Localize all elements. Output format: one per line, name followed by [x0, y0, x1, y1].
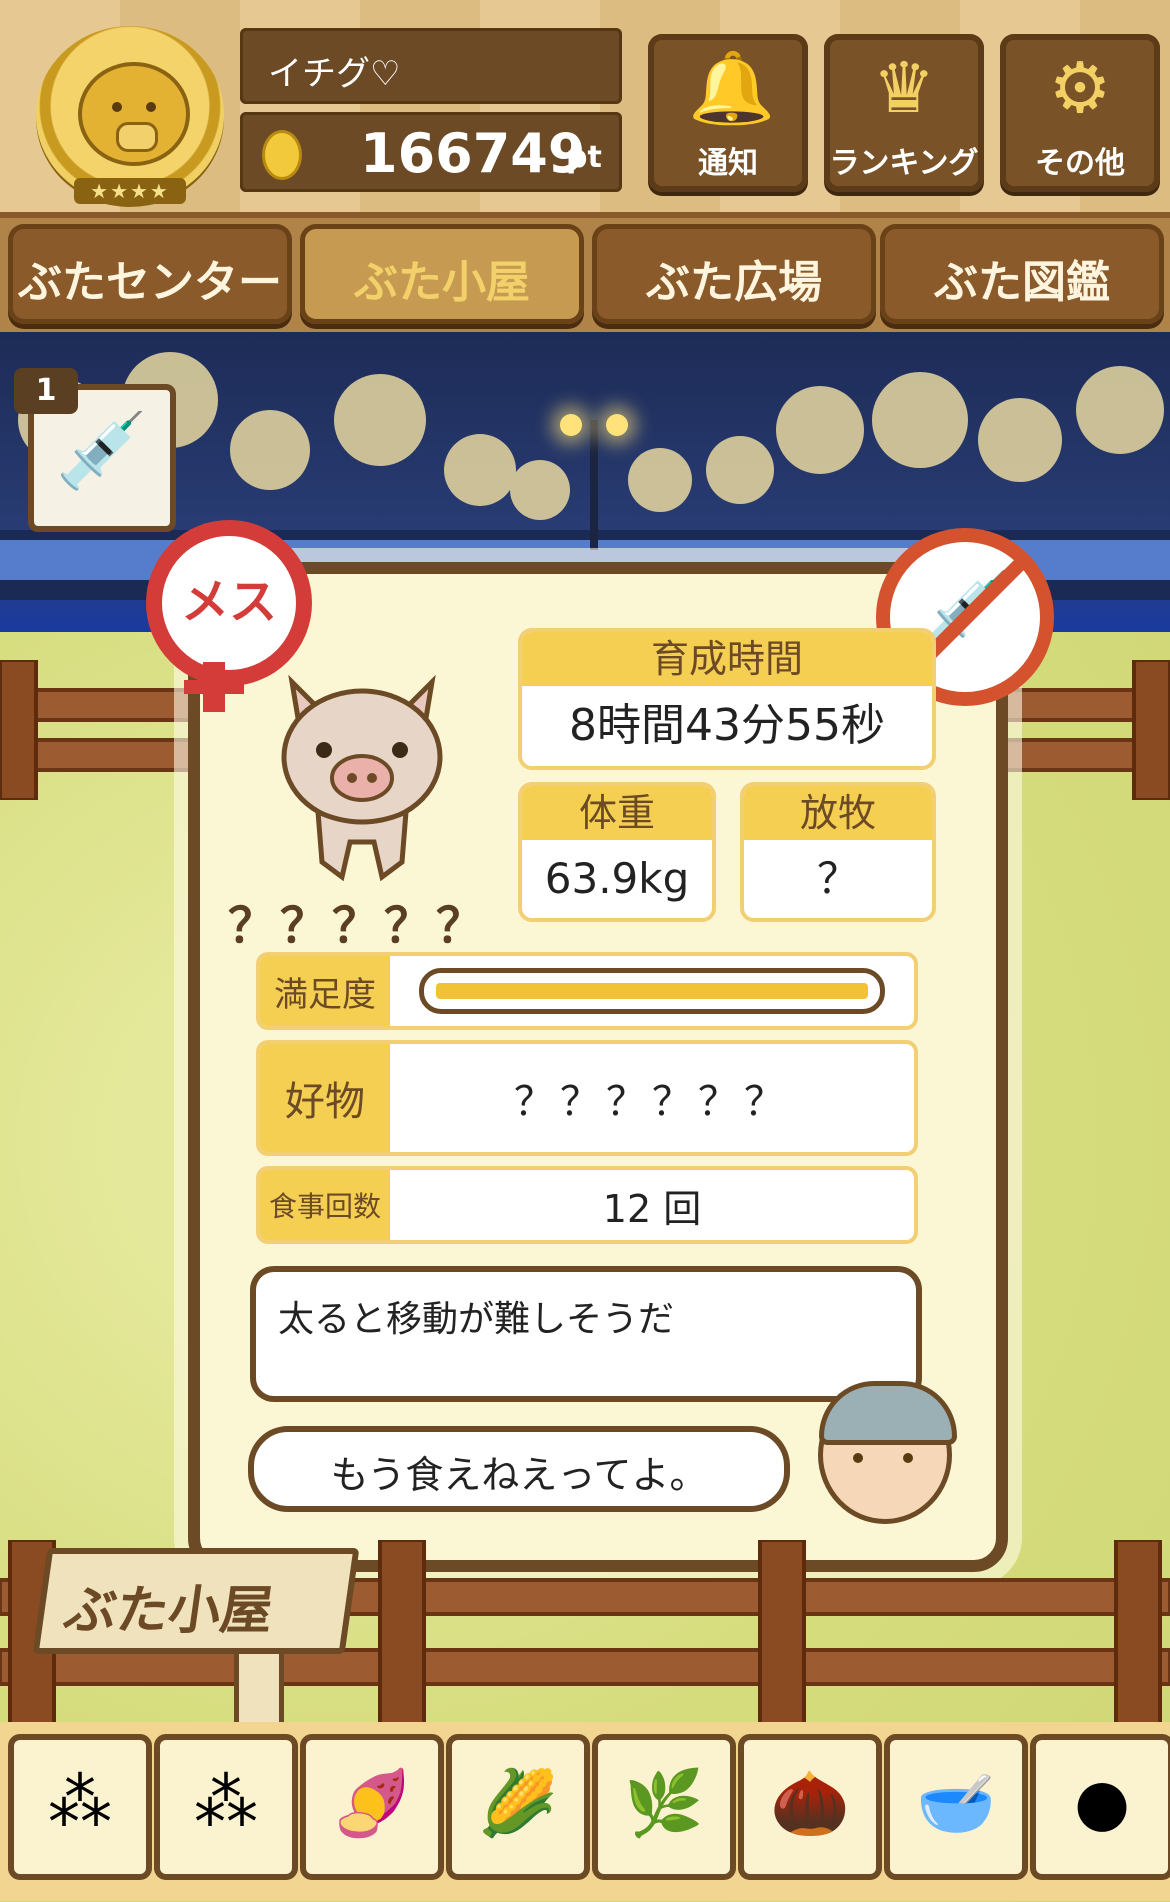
weight-panel: 体重 63.9kg: [518, 782, 716, 922]
food-item-corn[interactable]: 🌽: [446, 1734, 590, 1880]
gear-icon: ⚙: [1048, 47, 1112, 129]
food-item-mixed-grain[interactable]: ⁂: [154, 1734, 298, 1880]
username: イチグ♡: [268, 54, 401, 94]
tab-buta-center[interactable]: ぶたセンター: [8, 224, 292, 324]
food-item-sweet-potato[interactable]: 🍠: [300, 1734, 444, 1880]
coin-icon: [262, 130, 302, 180]
pig-face-icon: [78, 62, 190, 166]
satisfaction-gauge-area: [390, 956, 914, 1026]
meals-value: 12 回: [602, 1186, 702, 1231]
eye-icon: [853, 1453, 863, 1463]
favorite-food-row: 好物 ？？？？？？: [256, 1040, 918, 1156]
pig-name: ？？？？？: [228, 898, 489, 954]
grazing-panel: 放牧 ？: [740, 782, 936, 922]
ranking-label: ランキング: [829, 146, 979, 181]
food-item-grain[interactable]: ⁂: [8, 1734, 152, 1880]
eye-icon: [903, 1453, 913, 1463]
points-value: 166749: [360, 122, 586, 185]
header-bar: ★★★★ イチグ♡ 166749 pt 🔔 通知 ♛ ランキング ⚙ その他: [0, 0, 1170, 218]
farmer-speech-bubble: もう食えねえってよ。: [248, 1426, 790, 1512]
other-label: その他: [1035, 146, 1125, 181]
points-unit: pt: [566, 140, 602, 175]
tab-buta-zukan[interactable]: ぶた図鑑: [880, 224, 1164, 324]
comment-text: 太ると移動が難しそうだ: [278, 1299, 675, 1340]
syringe-icon: 💉: [55, 408, 149, 494]
ranking-button[interactable]: ♛ ランキング: [824, 34, 984, 192]
bell-icon: 🔔: [688, 47, 776, 129]
growth-time-label: 育成時間: [522, 632, 932, 686]
tab-label: ぶた図鑑: [934, 257, 1110, 308]
acorn-icon: 🌰: [770, 1767, 850, 1841]
snout-icon: [116, 122, 158, 152]
eye-icon: [146, 102, 156, 112]
sign-text: ぶた小屋: [60, 1581, 277, 1641]
rank-medal-icon[interactable]: ★★★★: [36, 26, 224, 204]
farmer-avatar: [818, 1381, 957, 1524]
mixed-grain-icon: ⁂: [194, 1766, 258, 1840]
tab-label: ぶた広場: [646, 257, 822, 308]
corn-icon: 🌽: [478, 1767, 558, 1841]
food-item-acorn[interactable]: 🌰: [738, 1734, 882, 1880]
notification-label: 通知: [698, 146, 758, 181]
meals-label: 食事回数: [260, 1170, 390, 1240]
weight-label: 体重: [522, 786, 712, 840]
street-lamp: [560, 414, 628, 550]
tab-label: ぶたセンター: [18, 257, 282, 308]
grain-pile-icon: ⁂: [48, 1766, 112, 1840]
notification-button[interactable]: 🔔 通知: [648, 34, 808, 192]
grazing-value: ？: [816, 854, 859, 903]
area-sign: ぶた小屋: [32, 1548, 360, 1654]
satisfaction-gauge: [419, 968, 885, 1014]
pig-character[interactable]: [262, 662, 462, 892]
favorite-label: 好物: [260, 1044, 390, 1152]
female-symbol-bar: [184, 680, 244, 694]
satisfaction-gauge-fill: [436, 983, 868, 999]
food-item-herbs[interactable]: 🌿: [592, 1734, 736, 1880]
eye-icon: [112, 102, 122, 112]
grain-bowl-icon: 🥣: [916, 1767, 996, 1841]
tab-buta-koya[interactable]: ぶた小屋: [300, 224, 584, 324]
satisfaction-label: 満足度: [260, 956, 390, 1026]
tab-buta-hiroba[interactable]: ぶた広場: [592, 224, 876, 324]
rank-stars-icon: ★★★★: [74, 178, 186, 204]
meal-count-row: 食事回数 12 回: [256, 1166, 918, 1244]
tab-label: ぶた小屋: [354, 257, 530, 308]
herbs-icon: 🌿: [624, 1767, 704, 1841]
favorite-value: ？？？？？？: [514, 1079, 790, 1125]
food-bar: ⁂ ⁂ 🍠 🌽 🌿 🌰 🥣 ●: [0, 1722, 1170, 1901]
truffle-icon: ●: [1074, 1766, 1130, 1840]
grazing-label: 放牧: [744, 786, 932, 840]
food-item-truffle[interactable]: ●: [1030, 1734, 1170, 1880]
farmer-line: もう食えねえってよ。: [330, 1453, 708, 1497]
item-count-badge: 1: [14, 368, 78, 414]
weight-value: 63.9kg: [544, 854, 690, 903]
food-item-grain-bowl[interactable]: 🥣: [884, 1734, 1028, 1880]
username-panel: イチグ♡: [240, 28, 622, 104]
other-button[interactable]: ⚙ その他: [1000, 34, 1160, 192]
growth-time-panel: 育成時間 8時間43分55秒: [518, 628, 936, 770]
main-tabs: ぶたセンター ぶた小屋 ぶた広場 ぶた図鑑: [0, 218, 1170, 332]
gender-label: メス: [180, 574, 277, 630]
crown-icon: ♛: [872, 47, 936, 129]
growth-time-value: 8時間43分55秒: [569, 700, 885, 751]
sweet-potato-icon: 🍠: [332, 1767, 412, 1841]
satisfaction-row: 満足度: [256, 952, 918, 1030]
points-panel: 166749 pt: [240, 112, 622, 192]
comment-bubble: 太ると移動が難しそうだ: [250, 1266, 922, 1402]
